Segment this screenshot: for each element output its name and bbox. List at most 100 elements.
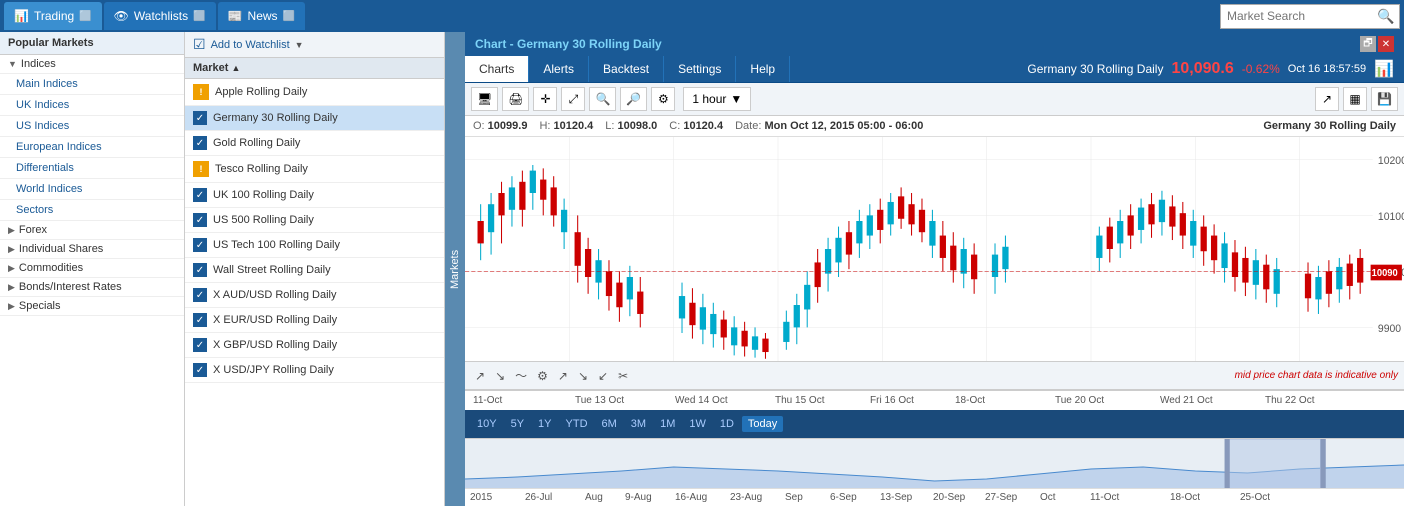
timeframe-selector[interactable]: 1 hour ▼ <box>683 87 751 111</box>
sidebar-item-world-indices[interactable]: World Indices <box>0 179 184 200</box>
chart-info-bar: Germany 30 Rolling Daily 10,090.6 -0.62%… <box>1017 59 1404 79</box>
timeline-10y[interactable]: 10Y <box>471 416 503 432</box>
market-row-gold[interactable]: Gold Rolling Daily <box>185 131 444 156</box>
save-chart-button[interactable]: 💾 <box>1371 87 1398 111</box>
sidebar-item-individual-shares[interactable]: Individual Shares <box>0 240 184 259</box>
bar-chart-button[interactable]: ▦ <box>1343 87 1367 111</box>
market-row-eurusd[interactable]: X EUR/USD Rolling Daily <box>185 308 444 333</box>
timeline-1y[interactable]: 1Y <box>532 416 557 432</box>
market-row-apple[interactable]: ! Apple Rolling Daily <box>185 79 444 106</box>
market-name-apple: Apple Rolling Daily <box>215 86 436 98</box>
line-tool-button[interactable]: ↗ <box>1315 87 1339 111</box>
sidebar-item-indices[interactable]: Indices <box>0 55 184 74</box>
draw-diagonal-button[interactable]: ↘ <box>491 367 509 385</box>
news-icon: 📰 <box>228 9 243 23</box>
sidebar-item-european-indices[interactable]: European Indices <box>0 137 184 158</box>
watchlist-add-icon: ☑ <box>193 36 206 53</box>
checkbox-gold[interactable] <box>193 136 207 150</box>
market-row-tesco[interactable]: ! Tesco Rolling Daily <box>185 156 444 183</box>
zoom-out-button[interactable]: 🔍 <box>589 87 616 111</box>
sidebar-item-uk-indices[interactable]: UK Indices <box>0 95 184 116</box>
sidebar-item-commodities[interactable]: Commodities <box>0 259 184 278</box>
tab-settings[interactable]: Settings <box>664 56 736 82</box>
tab-charts[interactable]: Charts <box>465 56 529 82</box>
tab-backtest[interactable]: Backtest <box>589 56 664 82</box>
draw-up-button[interactable]: ↗ <box>554 367 572 385</box>
market-row-germany30[interactable]: Germany 30 Rolling Daily <box>185 106 444 131</box>
checkbox-ustech100[interactable] <box>193 238 207 252</box>
market-row-gbpusd[interactable]: X GBP/USD Rolling Daily <box>185 333 444 358</box>
timeline-6m[interactable]: 6M <box>596 416 623 432</box>
tab-alerts[interactable]: Alerts <box>529 56 589 82</box>
checkbox-germany30[interactable] <box>193 111 207 125</box>
timeframe-dropdown-icon: ▼ <box>730 92 742 106</box>
market-row-ustech100[interactable]: US Tech 100 Rolling Daily <box>185 233 444 258</box>
date-label: Date: Mon Oct 12, 2015 05:00 - 06:00 <box>735 120 923 132</box>
tab-watchlists[interactable]: 👁 Watchlists ⬜ <box>104 2 216 30</box>
timeline-3m[interactable]: 3M <box>625 416 652 432</box>
sidebar-item-bonds[interactable]: Bonds/Interest Rates <box>0 278 184 297</box>
market-row-wallstreet[interactable]: Wall Street Rolling Daily <box>185 258 444 283</box>
timeline-today[interactable]: Today <box>742 416 783 432</box>
checkbox-eurusd[interactable] <box>193 313 207 327</box>
draw-tool-button[interactable]: ⚙ <box>533 367 552 385</box>
timeline-1w[interactable]: 1W <box>683 416 712 432</box>
timeframe-label: 1 hour <box>692 92 726 106</box>
checkbox-gbpusd[interactable] <box>193 338 207 352</box>
chart-close-button[interactable]: ✕ <box>1378 36 1394 52</box>
chart-svg: 10200 10100 10000 9900 10090 <box>465 137 1404 361</box>
timeline-1d[interactable]: 1D <box>714 416 740 432</box>
tab-news[interactable]: 📰 News ⬜ <box>218 2 305 30</box>
markets-section: ☑ Add to Watchlist ▼ Market ▲ ! Apple Ro… <box>185 32 465 506</box>
print-tool-button[interactable]: 🖨 <box>502 87 529 111</box>
market-row-audusd[interactable]: X AUD/USD Rolling Daily <box>185 283 444 308</box>
market-search-input[interactable] <box>1227 9 1377 23</box>
draw-sw-button[interactable]: ↙ <box>594 367 612 385</box>
market-row-us500[interactable]: US 500 Rolling Daily <box>185 208 444 233</box>
timeline-1m[interactable]: 1M <box>654 416 681 432</box>
timeline-5y[interactable]: 5Y <box>505 416 530 432</box>
monitor-tool-button[interactable]: 🖥 <box>471 87 498 111</box>
tab-help[interactable]: Help <box>736 56 790 82</box>
zoom-in-button[interactable]: 🔎 <box>620 87 647 111</box>
commodities-label: Commodities <box>19 262 83 274</box>
sidebar-item-specials[interactable]: Specials <box>0 297 184 316</box>
draw-down-button[interactable]: ↘ <box>574 367 592 385</box>
chart-area: Chart - Germany 30 Rolling Daily 🗗 ✕ Cha… <box>465 32 1404 506</box>
add-to-watchlist-toolbar[interactable]: ☑ Add to Watchlist ▼ <box>185 32 444 58</box>
forex-label: Forex <box>19 224 47 236</box>
popular-markets-header[interactable]: Popular Markets <box>0 32 184 55</box>
checkbox-uk100[interactable] <box>193 188 207 202</box>
sidebar-item-forex[interactable]: Forex <box>0 221 184 240</box>
sidebar-item-differentials[interactable]: Differentials <box>0 158 184 179</box>
checkbox-usdjpy[interactable] <box>193 363 207 377</box>
high-value: 10120.4 <box>554 120 594 132</box>
high-label: H: 10120.4 <box>539 120 593 132</box>
tab-trading[interactable]: 📊 Trading ⬜ <box>4 2 102 30</box>
sidebar-item-main-indices[interactable]: Main Indices <box>0 74 184 95</box>
chart-main-area[interactable]: 10200 10100 10000 9900 10090 <box>465 137 1404 361</box>
sidebar-item-sectors[interactable]: Sectors <box>0 200 184 221</box>
market-search-box[interactable]: 🔍 <box>1220 4 1400 29</box>
chart-overview[interactable] <box>465 438 1404 488</box>
market-row-usdjpy[interactable]: X USD/JPY Rolling Daily <box>185 358 444 383</box>
draw-line-button[interactable]: ↗ <box>471 367 489 385</box>
draw-wave-button[interactable]: 〜 <box>511 365 531 386</box>
chart-restore-button[interactable]: 🗗 <box>1360 36 1376 52</box>
market-name-wallstreet: Wall Street Rolling Daily <box>213 264 436 276</box>
markets-vertical-label[interactable]: Markets <box>445 32 465 506</box>
crosshair-tool-button[interactable]: ✛ <box>533 87 557 111</box>
market-row-uk100[interactable]: UK 100 Rolling Daily <box>185 183 444 208</box>
individual-shares-label: Individual Shares <box>19 243 103 255</box>
checkbox-us500[interactable] <box>193 213 207 227</box>
x-label-18oct: 18-Oct <box>955 395 985 406</box>
sidebar-item-us-indices[interactable]: US Indices <box>0 116 184 137</box>
markets-column-header[interactable]: Market ▲ <box>185 58 444 79</box>
resize-tool-button[interactable]: ⤢ <box>561 87 585 111</box>
checkbox-audusd[interactable] <box>193 288 207 302</box>
checkbox-wallstreet[interactable] <box>193 263 207 277</box>
timeline-ytd[interactable]: YTD <box>560 416 594 432</box>
draw-scissors-button[interactable]: ✂ <box>614 367 632 385</box>
chart-right-tools: ↗ ▦ 💾 <box>1315 87 1398 111</box>
settings-button[interactable]: ⚙ <box>651 87 675 111</box>
